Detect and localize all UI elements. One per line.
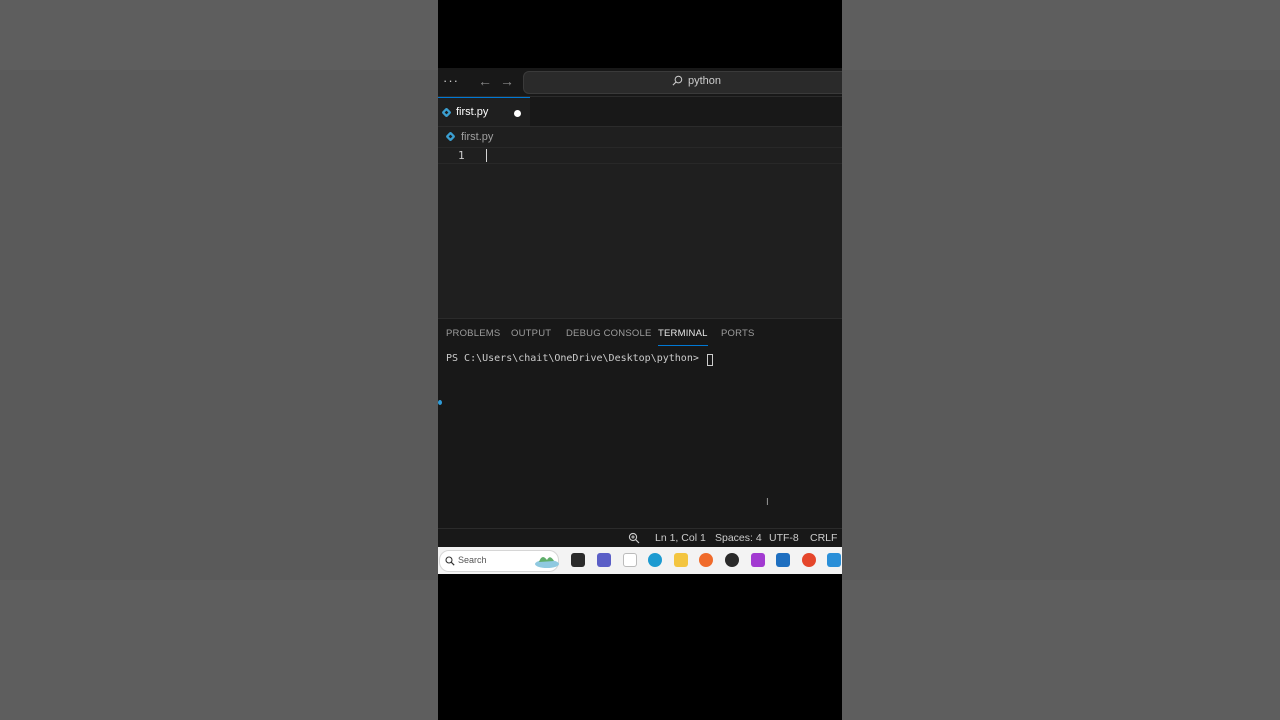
tab-label: first.py [456,106,489,118]
video-frame: ··· ← → python first.py first.py 1 PROBL… [438,0,842,720]
unsaved-dot-icon[interactable] [514,110,521,117]
current-line: 1 [438,147,842,164]
search-icon [672,75,683,86]
python-file-icon [446,132,455,141]
indentation[interactable]: Spaces: 4 [715,532,762,544]
back-arrow-icon[interactable]: ← [478,73,492,89]
tab-problems[interactable]: PROBLEMS [446,328,500,339]
end-of-line[interactable]: CRLF [810,532,837,544]
widgets-icon[interactable] [533,551,561,570]
bottom-panel: PROBLEMS OUTPUT DEBUG CONSOLE TERMINAL P… [438,318,842,529]
vscode-app-icon[interactable] [827,553,841,567]
forward-arrow-icon[interactable]: → [500,73,514,89]
terminal-app-icon[interactable] [571,553,585,567]
teams-app-icon[interactable] [597,553,611,567]
ibeam-pointer-icon: I [766,497,769,508]
tab-output[interactable]: OUTPUT [511,328,551,339]
python-file-icon [442,108,451,117]
command-decoration-icon[interactable] [438,400,442,405]
brave-app-icon[interactable] [802,553,816,567]
tab-first-py[interactable]: first.py [438,97,530,126]
breadcrumb: first.py [438,127,842,147]
edge-app-icon[interactable] [648,553,662,567]
code-editor[interactable]: 1 [438,147,842,317]
github-desktop-icon[interactable] [725,553,739,567]
windows-taskbar: Search [438,547,842,574]
tab-terminal[interactable]: TERMINAL [658,328,708,346]
text-cursor [486,149,487,162]
cursor-position[interactable]: Ln 1, Col 1 [655,532,706,544]
firefox-app-icon[interactable] [699,553,713,567]
file-explorer-icon[interactable] [674,553,688,567]
status-bar: Ln 1, Col 1 Spaces: 4 UTF-8 CRLF [438,528,842,547]
vscode-window: ··· ← → python first.py first.py 1 PROBL… [438,68,842,547]
more-menu-icon[interactable]: ··· [443,73,459,88]
command-center-text: python [688,75,722,87]
editor-tabs: first.py [438,97,842,127]
microsoft-store-icon[interactable] [776,553,790,567]
tab-debug-console[interactable]: DEBUG CONSOLE [566,328,651,339]
notepad-app-icon[interactable] [623,553,637,567]
zoom-icon[interactable] [628,532,640,544]
line-number: 1 [458,149,465,162]
search-icon [445,556,455,566]
title-bar: ··· ← → python [438,68,842,97]
terminal-cursor [707,354,713,366]
media-player-icon[interactable] [751,553,765,567]
terminal-prompt[interactable]: PS C:\Users\chait\OneDrive\Desktop\pytho… [446,353,699,364]
breadcrumb-file[interactable]: first.py [461,131,493,143]
command-center-search[interactable]: python [523,71,842,94]
tab-ports[interactable]: PORTS [721,328,755,339]
search-placeholder: Search [458,555,487,565]
encoding[interactable]: UTF-8 [769,532,799,544]
